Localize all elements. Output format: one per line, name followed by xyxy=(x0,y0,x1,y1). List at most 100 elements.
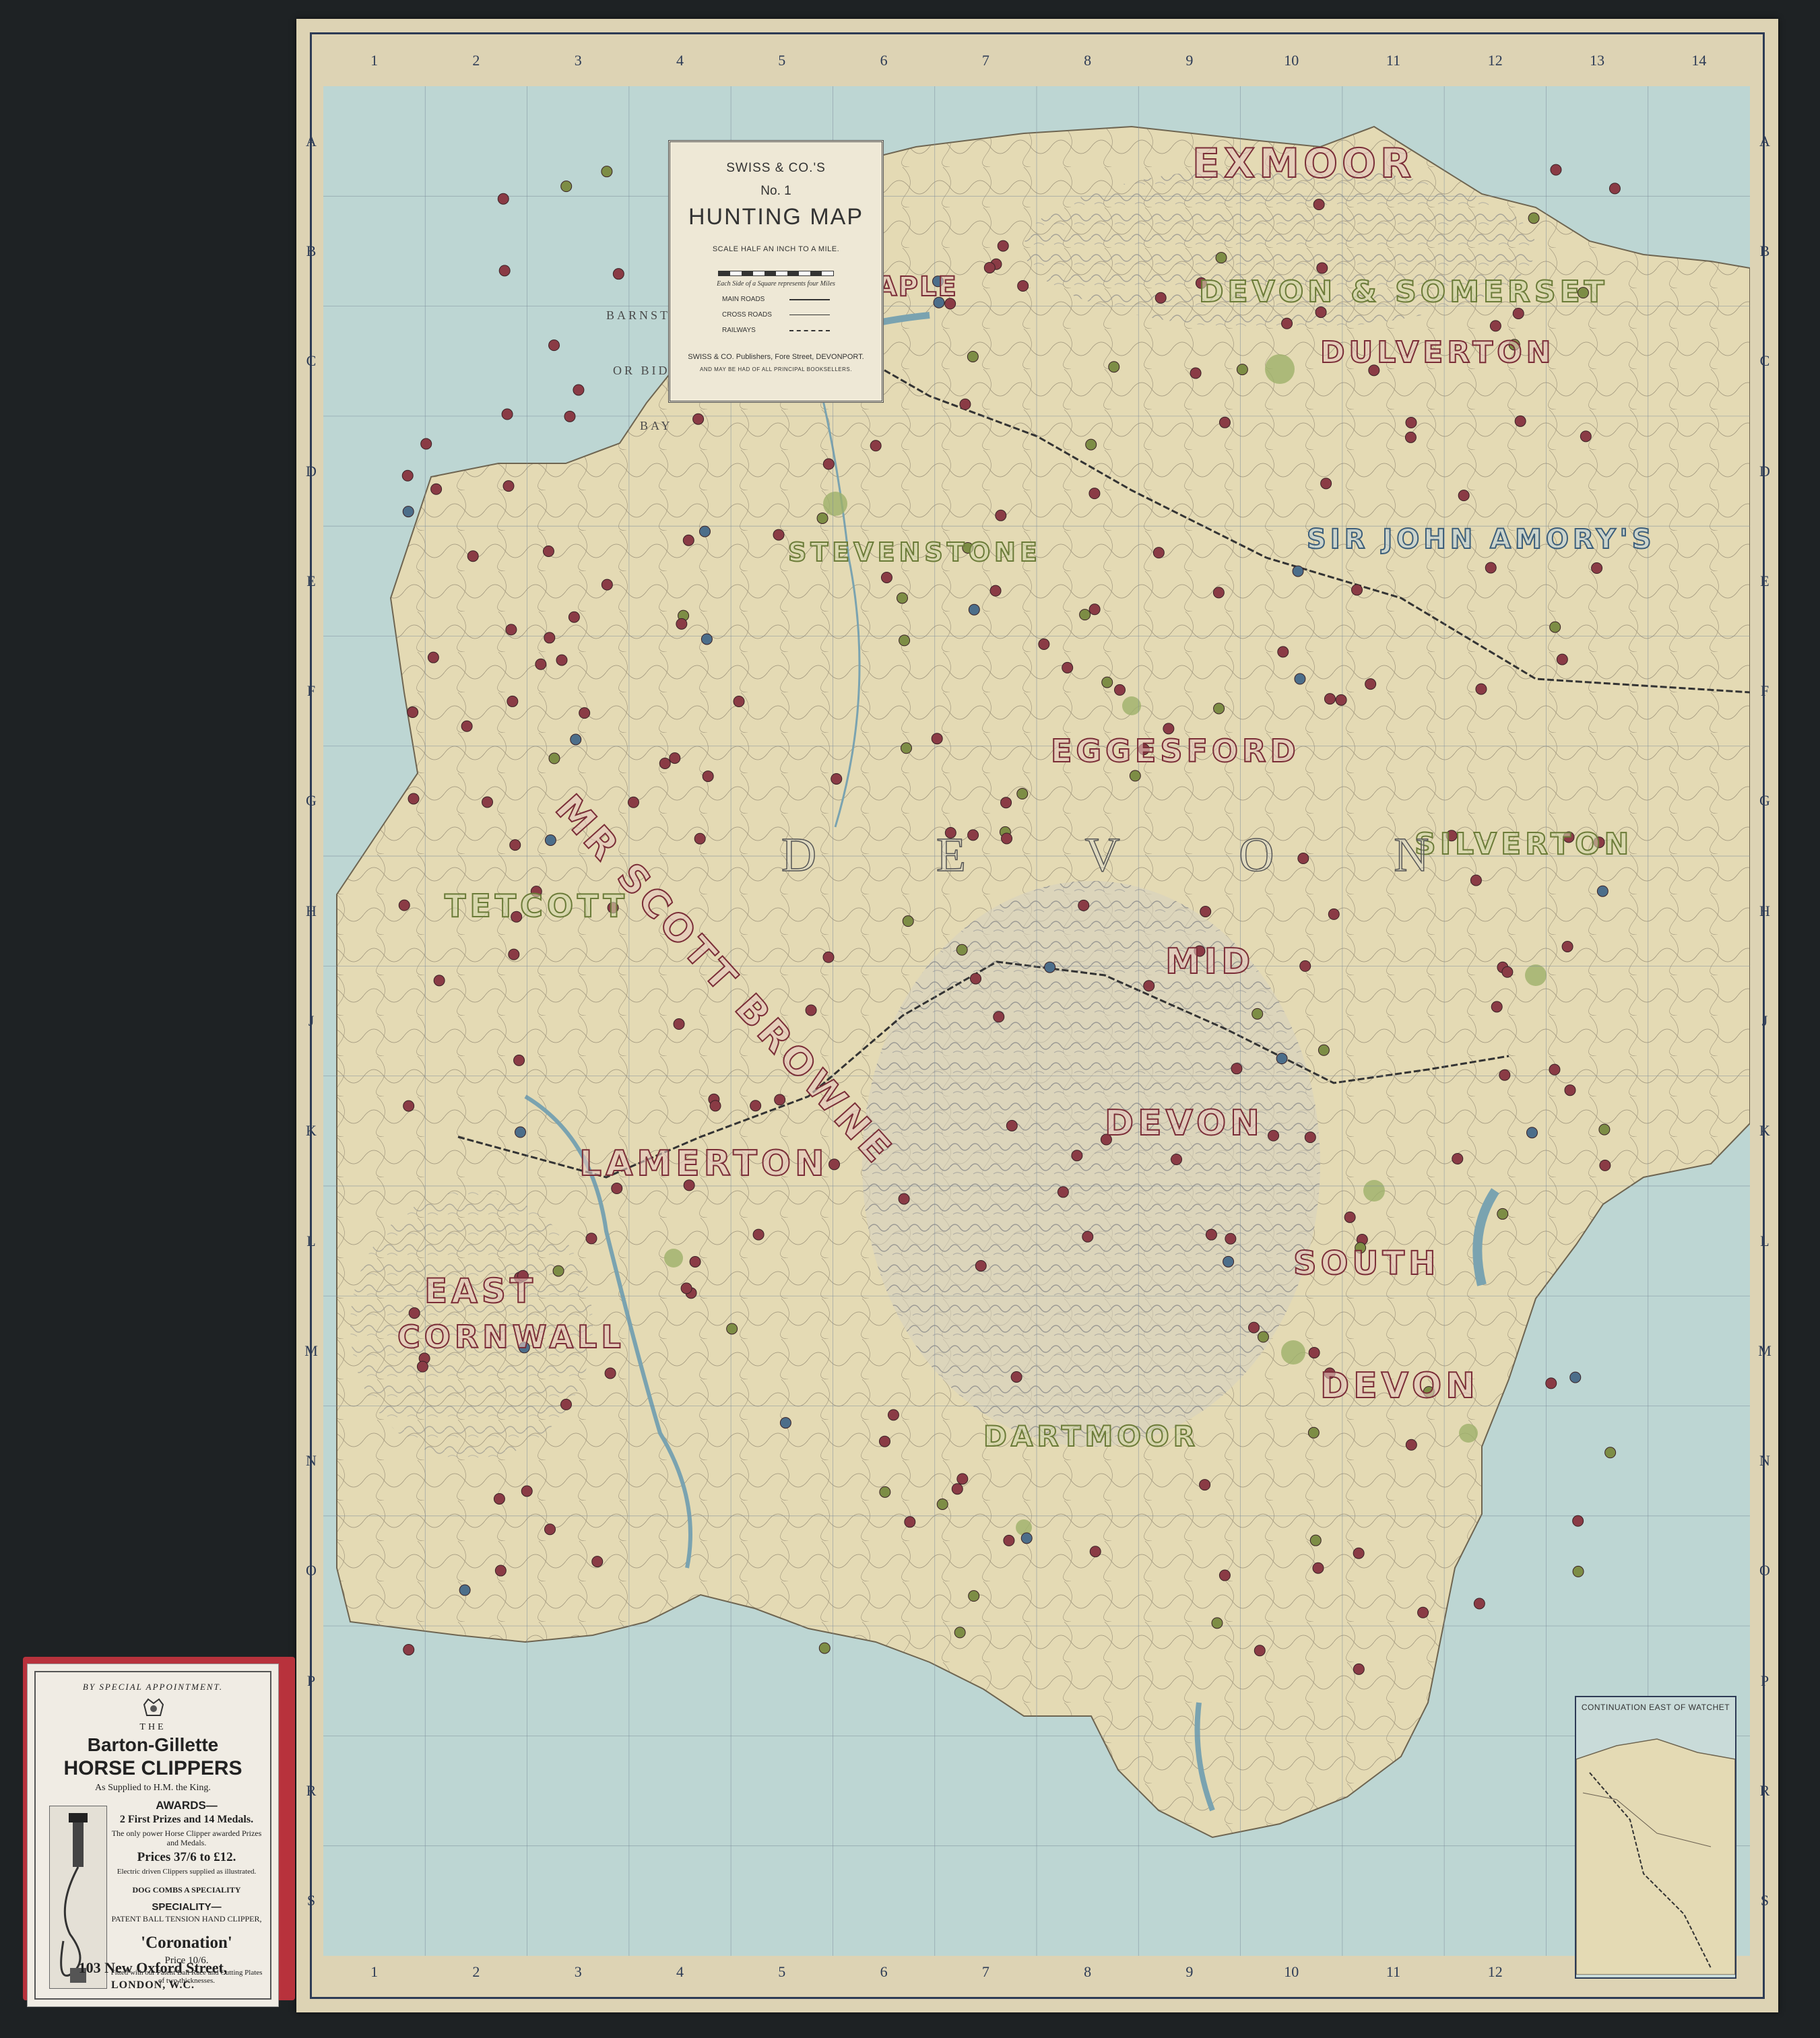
district-devon-south: DEVON xyxy=(1320,1365,1479,1407)
meet-marker xyxy=(659,758,671,770)
meet-marker xyxy=(1223,1255,1235,1268)
grid-column-label: 2 xyxy=(472,1963,480,1980)
advert-supplied: As Supplied to H.M. the King. xyxy=(95,1783,211,1793)
meet-marker xyxy=(498,265,511,277)
meet-marker xyxy=(993,1011,1005,1023)
meet-marker xyxy=(568,611,580,623)
inset-map[interactable]: CONTINUATION EAST OF WATCHET xyxy=(1575,1696,1736,1979)
district-cornwall: CORNWALL xyxy=(397,1318,625,1356)
meet-marker xyxy=(975,1259,987,1272)
meet-marker xyxy=(967,350,979,362)
advert-city: LONDON, W.C. xyxy=(110,1979,195,1991)
meet-marker xyxy=(1514,415,1526,427)
grid-row-label: N xyxy=(1759,1452,1770,1470)
meet-marker xyxy=(544,834,556,847)
meet-marker xyxy=(564,410,576,422)
grid-column-label: 13 xyxy=(1590,52,1605,69)
grid-row-label: H xyxy=(306,902,317,919)
meet-marker xyxy=(689,1255,701,1268)
meet-marker xyxy=(515,1126,527,1138)
meet-marker xyxy=(983,261,996,273)
district-exmoor: EXMOOR xyxy=(1192,139,1416,188)
map-scale: SCALE HALF AN INCH TO A MILE. xyxy=(712,245,840,253)
meet-marker xyxy=(694,832,706,845)
meet-marker xyxy=(931,733,943,745)
meet-marker xyxy=(544,1523,556,1536)
meet-marker xyxy=(1307,1426,1320,1439)
meet-marker xyxy=(401,469,414,482)
meet-marker xyxy=(904,1516,916,1528)
meet-marker xyxy=(1320,478,1332,490)
meet-marker xyxy=(1604,1447,1617,1459)
meet-marker xyxy=(1294,673,1306,685)
meet-marker xyxy=(1599,1159,1611,1171)
meet-marker xyxy=(1257,1331,1269,1343)
meet-marker xyxy=(1017,280,1029,292)
meet-marker xyxy=(750,1100,762,1112)
grid-row-label: E xyxy=(1760,572,1769,589)
district-mid: MID xyxy=(1165,941,1255,983)
meet-marker xyxy=(560,1398,572,1410)
meet-marker xyxy=(968,1590,980,1602)
scale-bar xyxy=(718,271,834,276)
key-main-roads: MAIN ROADS xyxy=(670,296,882,303)
grid-row-label: O xyxy=(1759,1562,1770,1579)
meet-marker xyxy=(880,571,892,583)
meet-marker xyxy=(1608,183,1621,195)
meet-marker xyxy=(402,506,414,518)
meet-marker xyxy=(1313,199,1325,211)
grid-row-label: F xyxy=(1760,682,1769,700)
meet-marker xyxy=(1205,1228,1217,1241)
meet-marker xyxy=(1003,1534,1015,1546)
grid-column-label: 1 xyxy=(370,1963,379,1980)
advert-electric-note: Electric driven Clippers supplied as ill… xyxy=(117,1868,257,1876)
meet-marker xyxy=(611,1183,623,1195)
grid-column-label: 4 xyxy=(676,1963,684,1980)
meet-marker xyxy=(482,796,494,808)
meet-marker xyxy=(1324,693,1336,705)
grid-column-label: 3 xyxy=(574,52,582,69)
meet-marker xyxy=(467,550,479,562)
district-devon-somerset: DEVON & SOMERSET xyxy=(1198,274,1608,310)
grid-column-label: 8 xyxy=(1084,52,1092,69)
meet-marker xyxy=(773,529,785,541)
grid-column-label: 2 xyxy=(472,52,480,69)
publisher-imprint: SWISS & CO. Publishers, Fore Street, DEV… xyxy=(688,353,864,361)
meet-marker xyxy=(1212,587,1225,599)
meet-marker xyxy=(822,951,835,963)
grid-column-label: 1 xyxy=(370,52,379,69)
meet-marker xyxy=(956,944,968,956)
meet-marker xyxy=(816,512,828,524)
meet-marker xyxy=(1353,1547,1365,1559)
meet-marker xyxy=(1292,565,1304,577)
district-tetcott: TETCOTT xyxy=(444,887,628,925)
grid-row-label: F xyxy=(306,682,316,700)
meet-marker xyxy=(1113,684,1126,696)
meet-marker xyxy=(1200,905,1212,917)
advert-awards-head: AWARDS— xyxy=(156,1799,218,1812)
meet-marker xyxy=(579,707,591,719)
meet-marker xyxy=(680,1282,692,1294)
meet-marker xyxy=(1473,1598,1485,1610)
inset-drawing xyxy=(1576,1738,1735,1975)
meet-marker xyxy=(573,384,585,396)
meet-marker xyxy=(1497,1208,1509,1220)
meet-marker xyxy=(951,1483,963,1495)
advert-product: HORSE CLIPPERS xyxy=(63,1757,242,1779)
meet-marker xyxy=(1000,797,1012,809)
grid-column-label: 9 xyxy=(1185,52,1194,69)
map-area[interactable]: EXMOOR DEVON & SOMERSET BARNSTAPLE DULVE… xyxy=(323,86,1750,1956)
grid-row-label: L xyxy=(306,1232,316,1249)
advert-patent: PATENT BALL TENSION HAND CLIPPER, xyxy=(111,1914,262,1924)
meet-marker xyxy=(1318,1044,1330,1056)
grid-column-label: 12 xyxy=(1487,1963,1503,1980)
meet-marker xyxy=(1248,1321,1260,1334)
meet-marker xyxy=(669,752,681,764)
scale-caption: Each Side of a Square represents four Mi… xyxy=(717,280,835,288)
grid-column-label: 7 xyxy=(981,1963,989,1980)
meet-marker xyxy=(461,720,473,732)
meet-marker xyxy=(1143,980,1155,992)
meet-marker xyxy=(726,1323,738,1335)
meet-marker xyxy=(403,1643,415,1655)
grid-row-label: C xyxy=(1759,352,1770,370)
